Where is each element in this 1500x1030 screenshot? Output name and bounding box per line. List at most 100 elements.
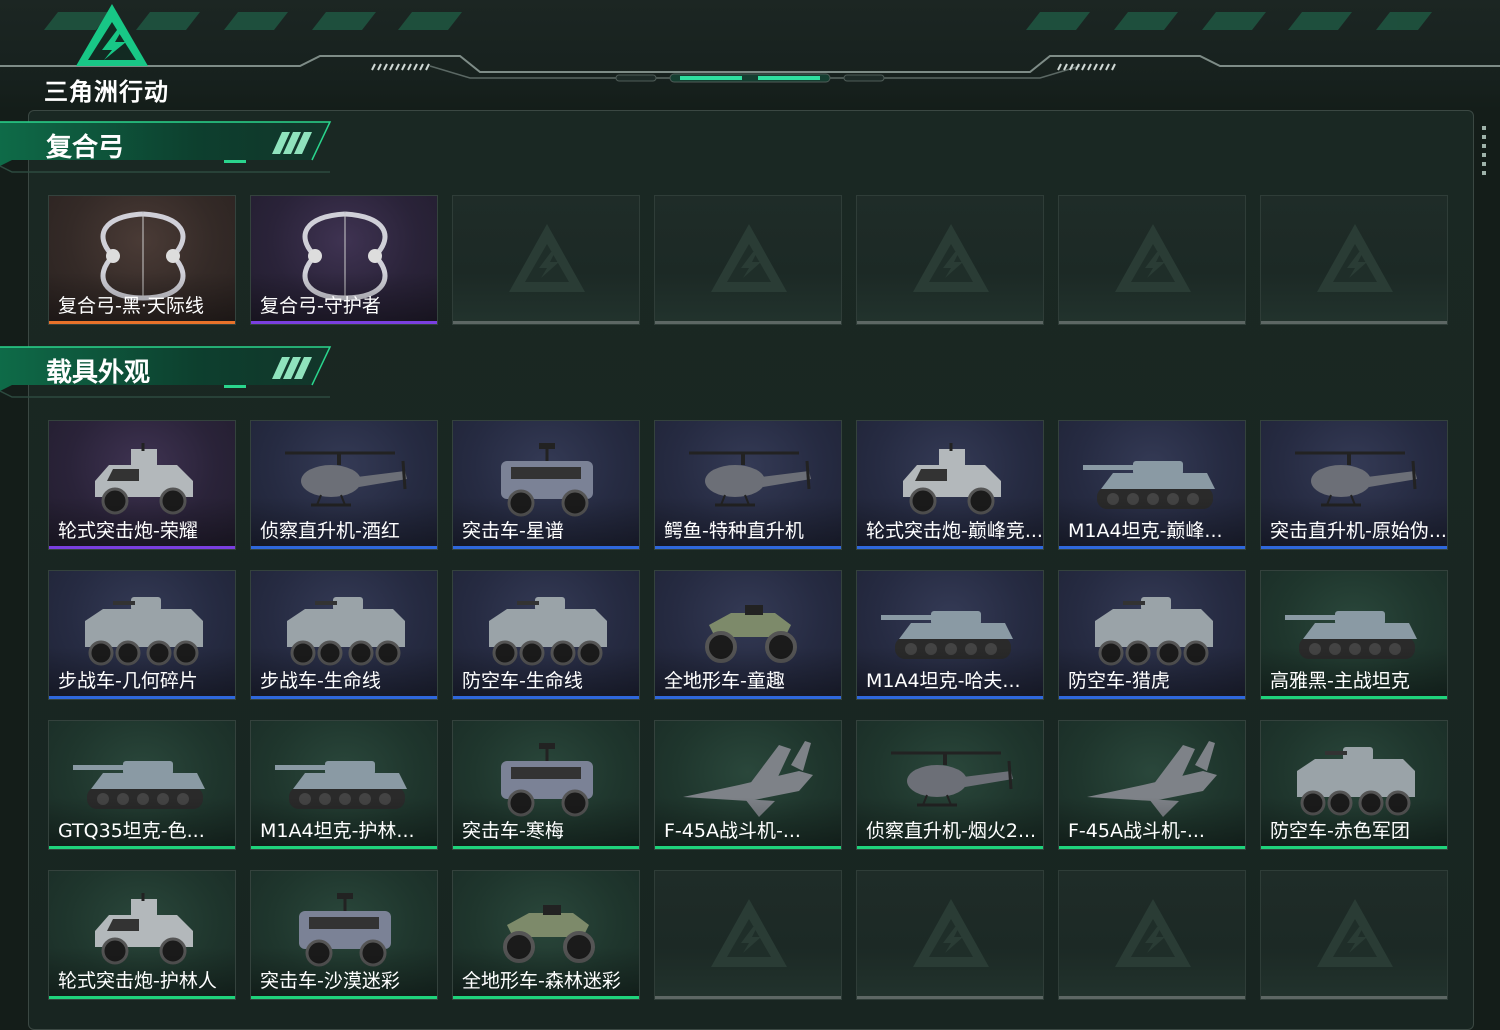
skin-name: 轮式突击炮-荣耀 — [58, 520, 198, 542]
skin-tile[interactable]: 防空车-猎虎 — [1058, 570, 1246, 700]
skin-name: 步战车-几何碎片 — [58, 670, 198, 692]
delta-placeholder-icon — [507, 222, 587, 298]
delta-placeholder-icon — [1113, 897, 1193, 973]
skin-name: 防空车-赤色军团 — [1270, 820, 1410, 842]
skin-tile[interactable]: F-45A战斗机-... — [654, 720, 842, 850]
skin-name: M1A4坦克-哈夫... — [866, 670, 1021, 692]
skin-tile[interactable]: M1A4坦克-巅峰... — [1058, 420, 1246, 550]
skin-tile[interactable]: 防空车-生命线 — [452, 570, 640, 700]
skin-name: 突击车-寒梅 — [462, 820, 564, 842]
delta-placeholder-icon — [911, 897, 991, 973]
skin-name: 轮式突击炮-护林人 — [58, 970, 217, 992]
skin-name: 步战车-生命线 — [260, 670, 381, 692]
skin-tile[interactable]: 突击车-沙漠迷彩 — [250, 870, 438, 1000]
empty-slot[interactable] — [452, 195, 640, 325]
empty-slot[interactable] — [654, 195, 842, 325]
section-header-bow: 复合弓 — [0, 120, 340, 173]
scroll-indicator[interactable] — [1481, 126, 1487, 182]
skin-name: 侦察直升机-酒红 — [260, 520, 400, 542]
delta-placeholder-icon — [1113, 222, 1193, 298]
rarity-bar — [251, 321, 437, 324]
skin-tile[interactable]: GTQ35坦克-色... — [48, 720, 236, 850]
empty-slot[interactable] — [654, 870, 842, 1000]
rarity-bar — [655, 846, 841, 849]
skin-tile[interactable]: 轮式突击炮-荣耀 — [48, 420, 236, 550]
skin-name: 防空车-猎虎 — [1068, 670, 1170, 692]
rarity-bar — [251, 846, 437, 849]
skin-tile[interactable]: 轮式突击炮-巅峰竞... — [856, 420, 1044, 550]
slot-bar — [1261, 996, 1447, 999]
empty-slot[interactable] — [1058, 870, 1246, 1000]
rarity-bar — [1059, 696, 1245, 699]
skin-tile[interactable]: 全地形车-童趣 — [654, 570, 842, 700]
slot-bar — [655, 321, 841, 324]
skin-name: GTQ35坦克-色... — [58, 820, 205, 842]
skin-name: F-45A战斗机-... — [1068, 820, 1205, 842]
rarity-bar — [251, 696, 437, 699]
skin-name: 复合弓-黑·天际线 — [58, 295, 204, 317]
skin-tile[interactable]: M1A4坦克-护林... — [250, 720, 438, 850]
skin-tile[interactable]: 轮式突击炮-护林人 — [48, 870, 236, 1000]
rarity-bar — [1261, 696, 1447, 699]
skin-tile[interactable]: 侦察直升机-烟火2... — [856, 720, 1044, 850]
banner-decoration — [0, 12, 1500, 83]
empty-slot[interactable] — [856, 870, 1044, 1000]
skin-tile[interactable]: 复合弓-守护者 — [250, 195, 438, 325]
rarity-bar — [49, 546, 235, 549]
skin-name: 防空车-生命线 — [462, 670, 583, 692]
rarity-bar — [251, 546, 437, 549]
slot-bar — [1059, 321, 1245, 324]
rarity-bar — [49, 846, 235, 849]
slot-bar — [453, 321, 639, 324]
rarity-bar — [251, 996, 437, 999]
skin-tile[interactable]: 侦察直升机-酒红 — [250, 420, 438, 550]
rarity-bar — [453, 696, 639, 699]
skin-name: F-45A战斗机-... — [664, 820, 801, 842]
rarity-bar — [453, 846, 639, 849]
skin-tile[interactable]: F-45A战斗机-... — [1058, 720, 1246, 850]
skin-tile[interactable]: 突击车-星谱 — [452, 420, 640, 550]
rarity-bar — [49, 996, 235, 999]
slot-bar — [655, 996, 841, 999]
slot-bar — [857, 321, 1043, 324]
skin-tile[interactable]: 复合弓-黑·天际线 — [48, 195, 236, 325]
game-logo-text: 三角洲行动 — [44, 78, 169, 106]
rarity-bar — [1261, 546, 1447, 549]
skin-name: M1A4坦克-护林... — [260, 820, 415, 842]
slot-bar — [857, 996, 1043, 999]
skin-tile[interactable]: M1A4坦克-哈夫... — [856, 570, 1044, 700]
slot-bar — [1059, 996, 1245, 999]
section-header-vehicles: 载具外观 — [0, 345, 340, 398]
skin-tile[interactable]: 步战车-生命线 — [250, 570, 438, 700]
skin-tile[interactable]: 全地形车-森林迷彩 — [452, 870, 640, 1000]
delta-placeholder-icon — [709, 897, 789, 973]
skin-name: 高雅黑-主战坦克 — [1270, 670, 1410, 692]
rarity-bar — [857, 846, 1043, 849]
rarity-bar — [857, 546, 1043, 549]
empty-slot[interactable] — [1058, 195, 1246, 325]
rarity-bar — [1261, 846, 1447, 849]
delta-placeholder-icon — [709, 222, 789, 298]
rarity-bar — [1059, 846, 1245, 849]
empty-slot[interactable] — [1260, 195, 1448, 325]
empty-slot[interactable] — [1260, 870, 1448, 1000]
skin-name: 突击车-沙漠迷彩 — [260, 970, 400, 992]
section-title: 载具外观 — [46, 358, 151, 388]
rarity-bar — [453, 996, 639, 999]
rarity-bar — [453, 546, 639, 549]
empty-slot[interactable] — [856, 195, 1044, 325]
skin-tile[interactable]: 突击车-寒梅 — [452, 720, 640, 850]
rarity-bar — [655, 546, 841, 549]
skin-name: 侦察直升机-烟火2... — [866, 820, 1037, 842]
skin-tile[interactable]: 鳄鱼-特种直升机 — [654, 420, 842, 550]
skin-name: M1A4坦克-巅峰... — [1068, 520, 1223, 542]
skin-tile[interactable]: 高雅黑-主战坦克 — [1260, 570, 1448, 700]
skin-tile[interactable]: 突击直升机-原始伪... — [1260, 420, 1448, 550]
skin-name: 复合弓-守护者 — [260, 295, 381, 317]
delta-placeholder-icon — [911, 222, 991, 298]
skin-tile[interactable]: 步战车-几何碎片 — [48, 570, 236, 700]
skin-name: 突击直升机-原始伪... — [1270, 520, 1447, 542]
skin-tile[interactable]: 防空车-赤色军团 — [1260, 720, 1448, 850]
skin-name: 全地形车-童趣 — [664, 670, 785, 692]
skin-name: 全地形车-森林迷彩 — [462, 970, 621, 992]
